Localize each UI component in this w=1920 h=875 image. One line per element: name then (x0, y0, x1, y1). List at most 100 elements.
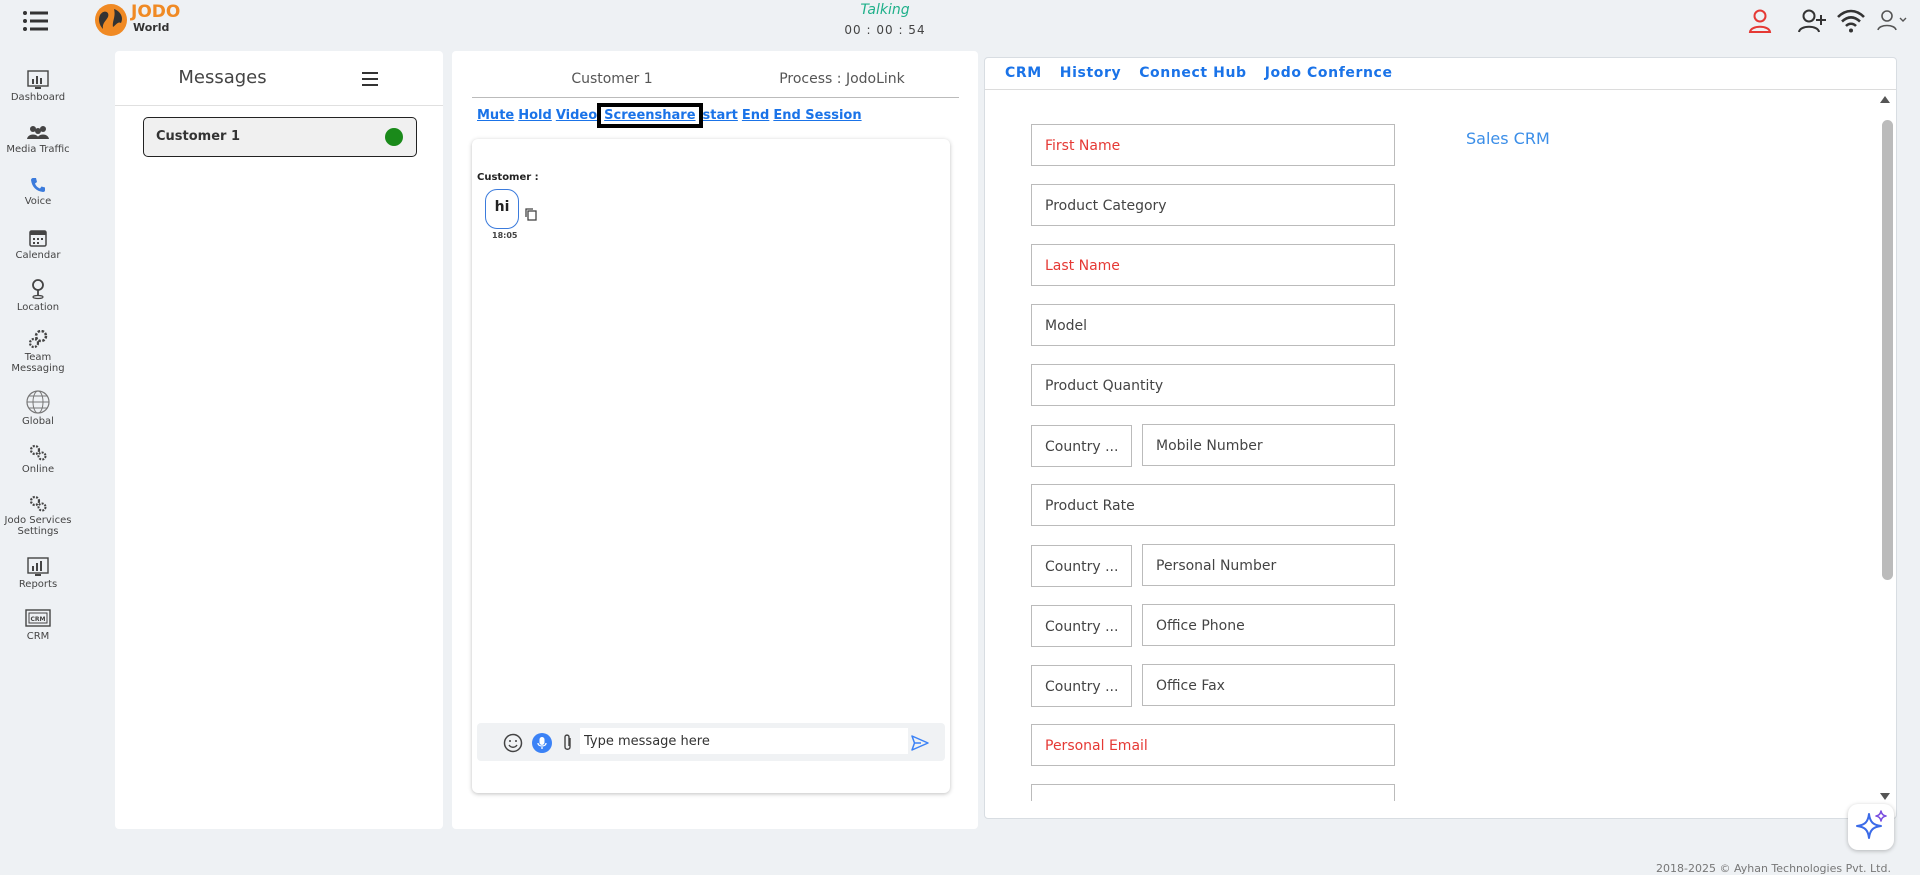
screenshare-button[interactable]: Screenshare (597, 103, 703, 128)
nav-label: Calendar (15, 250, 61, 261)
nav-item-voice[interactable]: Voice (0, 176, 76, 207)
reports-icon (27, 557, 49, 576)
add-user-icon[interactable] (1797, 6, 1827, 36)
chat-panel: Customer 1 Process : JodoLink Mute Hold Vi… (452, 51, 978, 829)
call-status: Talking (860, 2, 910, 18)
team-gears-icon (28, 330, 48, 349)
nav-item-jodo-services-settings[interactable]: Jodo Services Settings (0, 495, 76, 537)
attachment-icon[interactable] (561, 733, 575, 753)
message-bubble: hi (485, 189, 519, 229)
copy-icon[interactable] (524, 207, 538, 221)
calendar-icon (29, 230, 47, 247)
end-button[interactable]: End (742, 108, 769, 123)
office-phone-field[interactable]: Office Phone (1142, 604, 1395, 646)
settings-gears-icon (29, 495, 47, 512)
nav-item-global[interactable]: Global (0, 390, 76, 427)
nav-item-crm[interactable]: CRM CRM (0, 609, 76, 642)
nav-label: Media Traffic (6, 144, 70, 155)
nav-item-reports[interactable]: Reports (0, 557, 76, 590)
first-name-field[interactable]: First Name (1031, 124, 1395, 166)
next-field-partial (1031, 784, 1395, 801)
crm-tabs: CRM History Connect Hub Jodo Confernce (1005, 65, 1411, 81)
call-actions: Mute Hold Video Screenshare start End End Sess… (477, 103, 866, 132)
tab-crm[interactable]: CRM (1005, 65, 1042, 81)
country-code-select[interactable]: Country ... (1031, 605, 1132, 647)
ai-assistant-button[interactable] (1848, 804, 1894, 850)
online-status-dot (385, 128, 403, 146)
crm-panel: CRM History Connect Hub Jodo Confernce Sale… (984, 57, 1897, 819)
divider (115, 105, 443, 106)
mute-button[interactable]: Mute (477, 108, 514, 123)
svg-text:CRM: CRM (31, 616, 46, 623)
emoji-icon[interactable] (503, 733, 523, 753)
hamburger-menu-icon[interactable] (22, 9, 50, 33)
nav-label: Location (16, 302, 60, 313)
logo-text-jodo: JODO (131, 2, 181, 22)
product-category-field[interactable]: Product Category (1031, 184, 1395, 226)
divider (472, 97, 959, 98)
country-code-select[interactable]: Country ... (1031, 425, 1132, 467)
message-input[interactable] (580, 728, 908, 754)
nav-label: Reports (18, 579, 58, 590)
tab-jodo-conference[interactable]: Jodo Confernce (1265, 65, 1393, 81)
microphone-icon[interactable] (532, 733, 552, 753)
jodo-world-logo[interactable]: JODO World (94, 2, 194, 38)
messages-title: Messages (178, 67, 267, 88)
scroll-down-arrow-icon[interactable] (1879, 792, 1891, 802)
nav-item-location[interactable]: Location (0, 278, 76, 313)
menu-icon[interactable] (361, 71, 379, 87)
last-name-field[interactable]: Last Name (1031, 244, 1395, 286)
model-field[interactable]: Model (1031, 304, 1395, 346)
top-bar: JODO World Talking 00 : 00 : 54 (0, 0, 1920, 48)
tab-history[interactable]: History (1060, 65, 1121, 81)
send-icon[interactable] (910, 733, 930, 753)
country-code-select[interactable]: Country ... (1031, 665, 1132, 707)
profile-dropdown-icon[interactable] (1874, 6, 1908, 36)
chat-conversation: Customer : hi 18:05 (472, 139, 950, 793)
hold-button[interactable]: Hold (518, 108, 552, 123)
nav-item-media-traffic[interactable]: Media Traffic (0, 124, 76, 155)
nav-label: Voice (24, 196, 52, 207)
personal-number-field[interactable]: Personal Number (1142, 544, 1395, 586)
sparkle-icon (1856, 810, 1887, 839)
nav-item-dashboard[interactable]: Dashboard (0, 70, 76, 103)
gears-icon (29, 444, 47, 461)
messages-panel: Messages Customer 1 (115, 51, 443, 829)
globe-icon (26, 390, 50, 414)
message-time: 18:05 (492, 231, 518, 240)
customer-list-item[interactable]: Customer 1 (143, 117, 417, 157)
end-session-button[interactable]: End Session (773, 108, 861, 123)
call-timer: 00 : 00 : 54 (844, 23, 926, 37)
scroll-up-arrow-icon[interactable] (1879, 94, 1891, 104)
mobile-number-field[interactable]: Mobile Number (1142, 424, 1395, 466)
nav-label: Global (22, 416, 54, 427)
nav-item-team-messaging[interactable]: Team Messaging (0, 330, 76, 374)
tab-connect-hub[interactable]: Connect Hub (1139, 65, 1247, 81)
nav-label: Dashboard (10, 92, 66, 103)
phone-icon (31, 178, 45, 192)
crm-icon: CRM (25, 609, 51, 627)
video-button[interactable]: Video (556, 108, 597, 123)
nav-label: Team Messaging (11, 352, 65, 374)
office-fax-field[interactable]: Office Fax (1142, 664, 1395, 706)
nav-item-calendar[interactable]: Calendar (0, 228, 76, 261)
start-button[interactable]: start (703, 108, 738, 123)
product-rate-field[interactable]: Product Rate (1031, 484, 1395, 526)
divider (985, 89, 1896, 90)
nav-item-online[interactable]: Online (0, 444, 76, 475)
personal-email-field[interactable]: Personal Email (1031, 724, 1395, 766)
user-status-icon[interactable] (1745, 6, 1775, 36)
customer-name: Customer 1 (156, 129, 241, 144)
product-quantity-field[interactable]: Product Quantity (1031, 364, 1395, 406)
chat-process: Process : JodoLink (779, 71, 905, 87)
users-group-icon (27, 126, 49, 139)
country-code-select[interactable]: Country ... (1031, 545, 1132, 587)
chat-customer-name: Customer 1 (571, 71, 653, 87)
nav-label: Jodo Services Settings (4, 515, 72, 537)
sales-crm-heading: Sales CRM (1466, 129, 1550, 148)
message-composer (477, 723, 945, 761)
scrollbar-thumb[interactable] (1882, 120, 1893, 580)
logo-text-world: World (133, 21, 170, 34)
location-pin-icon (32, 279, 44, 300)
footer-copyright: 2018-2025 © Ayhan Technologies Pvt. Ltd. (1656, 862, 1891, 875)
